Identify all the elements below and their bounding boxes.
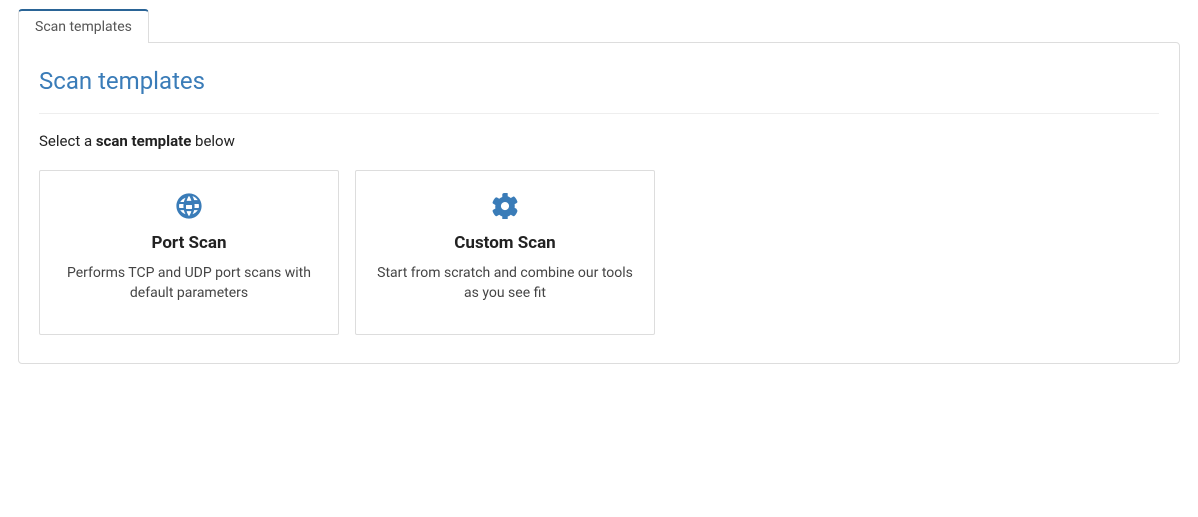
page-root: Scan templates Scan templates Select a s… (0, 0, 1198, 382)
gear-icon (374, 193, 636, 219)
panel-scan-templates: Scan templates Select a scan template be… (18, 42, 1180, 364)
globe-icon (58, 193, 320, 219)
template-card-custom-scan[interactable]: Custom Scan Start from scratch and combi… (355, 170, 655, 335)
instruction-bold: scan template (96, 132, 191, 150)
card-title: Port Scan (58, 233, 320, 253)
tab-label: Scan templates (35, 19, 132, 35)
card-description: Performs TCP and UDP port scans with def… (58, 263, 320, 304)
template-card-list: Port Scan Performs TCP and UDP port scan… (39, 170, 1159, 335)
card-title: Custom Scan (374, 233, 636, 253)
card-description: Start from scratch and combine our tools… (374, 263, 636, 304)
tab-bar: Scan templates (18, 8, 1180, 42)
divider (39, 113, 1159, 114)
instruction-prefix: Select a (39, 132, 96, 150)
panel-title: Scan templates (39, 61, 1159, 105)
instruction-text: Select a scan template below (39, 132, 1159, 150)
instruction-suffix: below (191, 132, 235, 150)
template-card-port-scan[interactable]: Port Scan Performs TCP and UDP port scan… (39, 170, 339, 335)
tab-scan-templates[interactable]: Scan templates (18, 9, 149, 43)
